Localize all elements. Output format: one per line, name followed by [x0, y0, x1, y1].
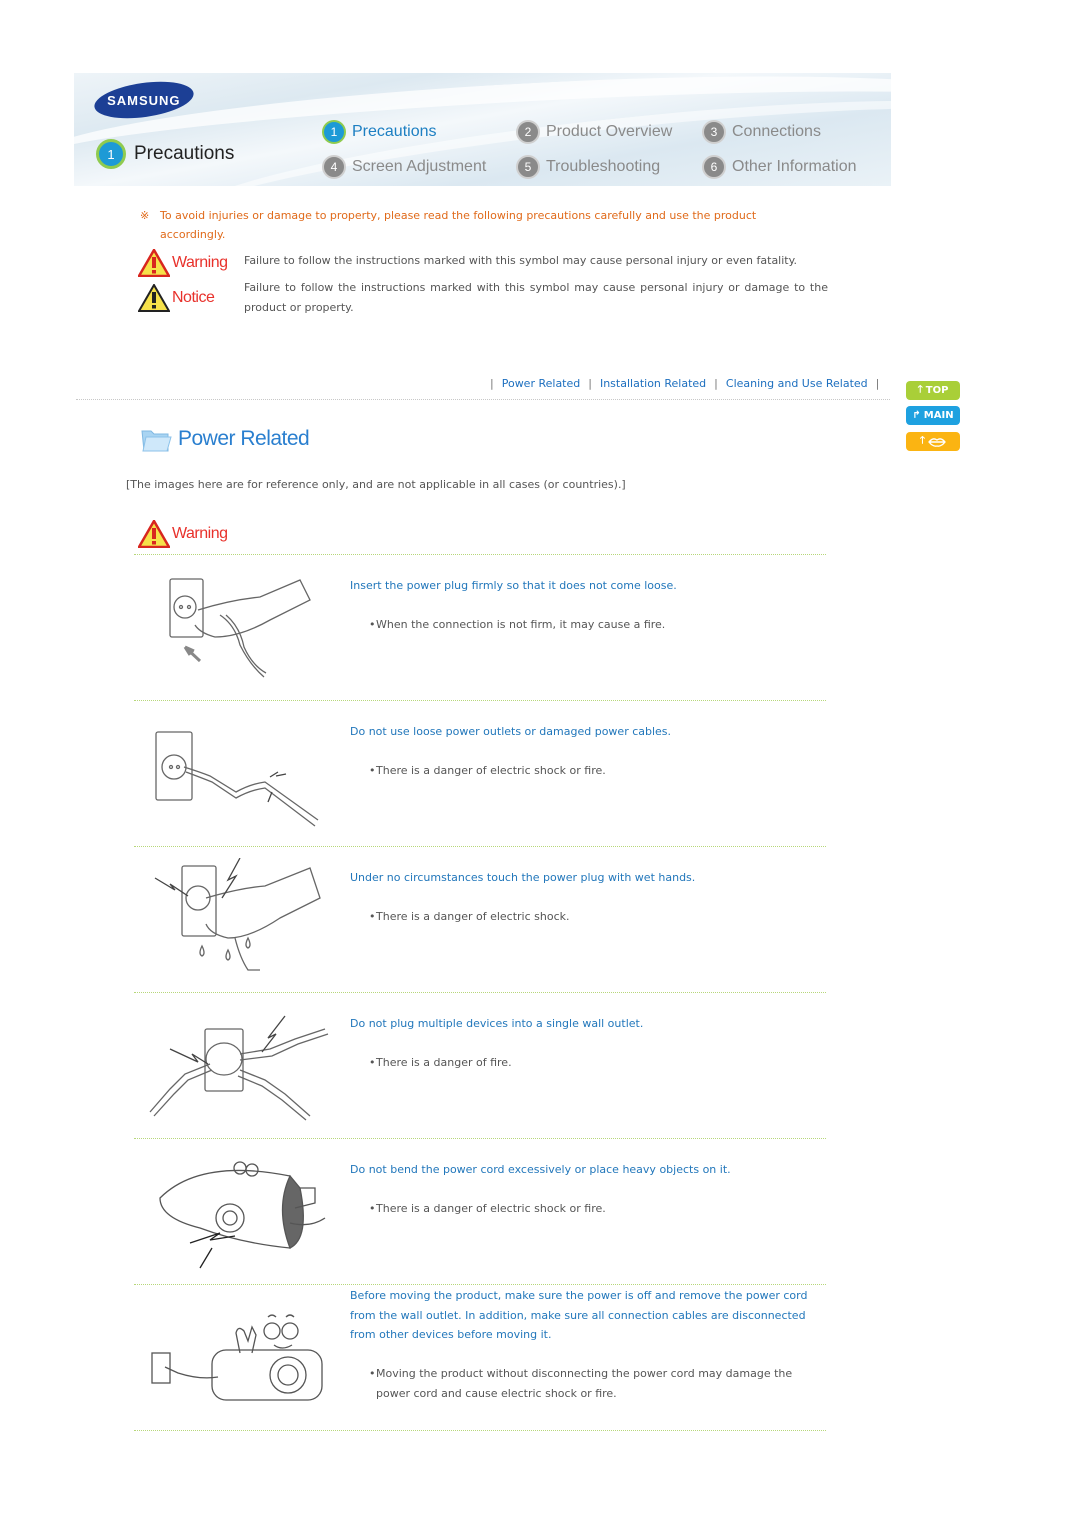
header-banner: SAMSUNG 1 Precautions 1 Precautions 2 Prod… — [74, 73, 891, 186]
arrow-up-icon: 🡑 — [917, 384, 923, 395]
hand-inserting-plug-illustration — [169, 578, 311, 678]
item-bullet: • There is a danger of fire. — [369, 1056, 512, 1069]
item-bullet: • There is a danger of electric shock. — [369, 910, 570, 923]
warning-symbol: Warning — [138, 249, 228, 277]
nav-other-information[interactable]: 6 Other Information — [702, 155, 857, 179]
notice-description: Failure to follow the instructions marke… — [244, 281, 828, 314]
wet-hand-plug-illustration — [154, 858, 321, 971]
damaged-cable-outlet-illustration — [155, 731, 319, 827]
warning-triangle-icon — [138, 249, 170, 277]
section-warning-symbol: Warning — [138, 520, 228, 548]
warning-triangle-icon — [138, 520, 170, 548]
divider — [134, 554, 826, 555]
item-title: Before moving the product, make sure the… — [350, 1289, 808, 1341]
notice-symbol: Notice — [138, 284, 215, 312]
intro-text: ※ To avoid injuries or damage to property… — [140, 206, 800, 244]
notice-triangle-icon — [138, 284, 170, 312]
overloaded-outlet-illustration — [149, 1015, 329, 1121]
divider — [134, 992, 826, 993]
main-button[interactable]: ↱ MAIN — [906, 406, 960, 425]
back-button[interactable]: 🡑 — [906, 432, 960, 451]
divider — [134, 1138, 826, 1139]
divider — [134, 1430, 826, 1431]
page-title-text: Precautions — [134, 143, 235, 164]
tab-installation-related[interactable]: Installation Related — [600, 377, 706, 390]
divider — [134, 700, 826, 701]
nav-product-overview[interactable]: 2 Product Overview — [516, 120, 672, 144]
section-heading: Power Related — [140, 425, 310, 453]
bent-cord-projector-illustration — [159, 1161, 326, 1269]
warning-description: Failure to follow the instructions marke… — [244, 254, 798, 267]
item-bullet: • When the connection is not firm, it may… — [369, 618, 666, 631]
divider — [134, 846, 826, 847]
tab-power-related[interactable]: Power Related — [502, 377, 581, 390]
lips-icon — [928, 437, 946, 447]
folder-icon — [141, 430, 172, 452]
nav-screen-adjustment[interactable]: 4 Screen Adjustment — [322, 155, 486, 179]
nav-connections[interactable]: 3 Connections — [702, 120, 821, 144]
top-button[interactable]: 🡑 TOP — [906, 381, 960, 400]
item-title: Under no circumstances touch the power p… — [350, 871, 696, 884]
item-title: Do not bend the power cord excessively o… — [350, 1163, 731, 1176]
divider — [134, 1284, 826, 1285]
moving-projector-illustration — [151, 1314, 323, 1401]
nav-precautions[interactable]: 1 Precautions — [322, 120, 437, 144]
item-bullet: • There is a danger of electric shock or … — [369, 1202, 606, 1215]
page-title: 1 Precautions — [96, 139, 234, 169]
item-bullet: • There is a danger of electric shock or … — [369, 764, 606, 777]
arrow-up-icon: 🡑 — [919, 435, 926, 446]
section-tabs: | Power Related | Installation Related |… — [490, 377, 880, 390]
tab-cleaning-and-use-related[interactable]: Cleaning and Use Related — [726, 377, 868, 390]
reference-note: [The images here are for reference only,… — [126, 478, 626, 491]
divider — [76, 399, 890, 400]
reference-mark: ※ — [140, 209, 150, 222]
item-title: Do not use loose power outlets or damage… — [350, 725, 672, 738]
section-number-badge: 1 — [96, 139, 126, 169]
item-title: Insert the power plug firmly so that it … — [350, 579, 677, 592]
turn-up-arrow-icon: ↱ — [912, 410, 921, 421]
item-bullet: • Moving the product without disconnectin… — [369, 1367, 793, 1400]
item-title: Do not plug multiple devices into a sing… — [350, 1017, 644, 1030]
nav-troubleshooting[interactable]: 5 Troubleshooting — [516, 155, 660, 179]
